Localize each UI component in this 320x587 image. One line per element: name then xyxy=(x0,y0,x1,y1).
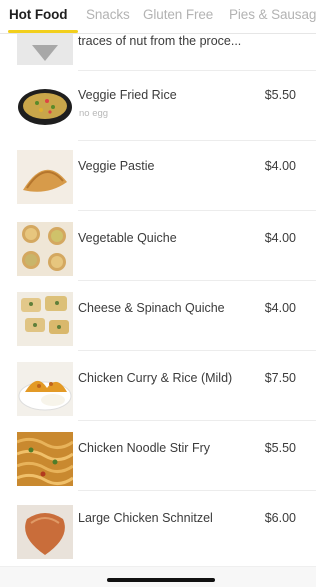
item-price: $4.00 xyxy=(264,301,296,315)
menu-item[interactable]: Vegetable Quiche $4.00 xyxy=(0,211,316,281)
item-price: $6.00 xyxy=(264,511,296,525)
item-name: Cheese & Spinach Quiche xyxy=(78,301,225,315)
item-thumbnail xyxy=(17,362,73,416)
item-name: Chicken Curry & Rice (Mild) xyxy=(78,371,233,385)
item-description: traces of nut from the proce... xyxy=(78,34,242,48)
item-note: no egg xyxy=(79,108,109,119)
item-name: Vegetable Quiche xyxy=(78,231,177,245)
menu-item[interactable]: Chicken Noodle Stir Fry $5.50 xyxy=(0,421,316,491)
tab-pies-sausage[interactable]: Pies & Sausag xyxy=(229,7,316,22)
bottom-bar xyxy=(0,566,316,587)
item-price: $7.50 xyxy=(264,371,296,385)
item-name: Veggie Pastie xyxy=(78,159,155,173)
item-thumbnail xyxy=(17,222,73,276)
tab-snacks[interactable]: Snacks xyxy=(86,7,130,22)
item-price: $5.50 xyxy=(264,88,296,102)
item-name: Chicken Noodle Stir Fry xyxy=(78,441,210,455)
home-indicator[interactable] xyxy=(107,578,215,582)
category-tabs: Hot Food Snacks Gluten Free Pies & Sausa… xyxy=(0,0,316,34)
tab-gluten-free[interactable]: Gluten Free xyxy=(143,7,213,22)
menu-item[interactable]: Large Chicken Schnitzel $6.00 xyxy=(0,491,316,561)
menu-item-partial[interactable]: traces of nut from the proce... xyxy=(0,34,316,71)
item-thumbnail xyxy=(17,150,73,204)
menu-item[interactable]: Veggie Fried Rice no egg $5.50 xyxy=(0,71,316,141)
menu-item[interactable]: Veggie Pastie $4.00 xyxy=(0,141,316,211)
menu-screen: Hot Food Snacks Gluten Free Pies & Sausa… xyxy=(0,0,316,587)
item-thumbnail xyxy=(17,505,73,559)
item-thumbnail xyxy=(17,432,73,486)
item-name: Large Chicken Schnitzel xyxy=(78,511,213,525)
item-price: $5.50 xyxy=(264,441,296,455)
item-price: $4.00 xyxy=(264,231,296,245)
menu-item[interactable]: Chicken Curry & Rice (Mild) $7.50 xyxy=(0,351,316,421)
item-thumbnail xyxy=(17,79,73,133)
menu-item[interactable]: Cheese & Spinach Quiche $4.00 xyxy=(0,281,316,351)
tab-hot-food[interactable]: Hot Food xyxy=(9,7,68,22)
item-thumbnail xyxy=(17,292,73,346)
item-price: $4.00 xyxy=(264,159,296,173)
item-name: Veggie Fried Rice xyxy=(78,88,177,102)
active-tab-indicator xyxy=(8,30,78,33)
item-thumbnail xyxy=(17,34,73,65)
